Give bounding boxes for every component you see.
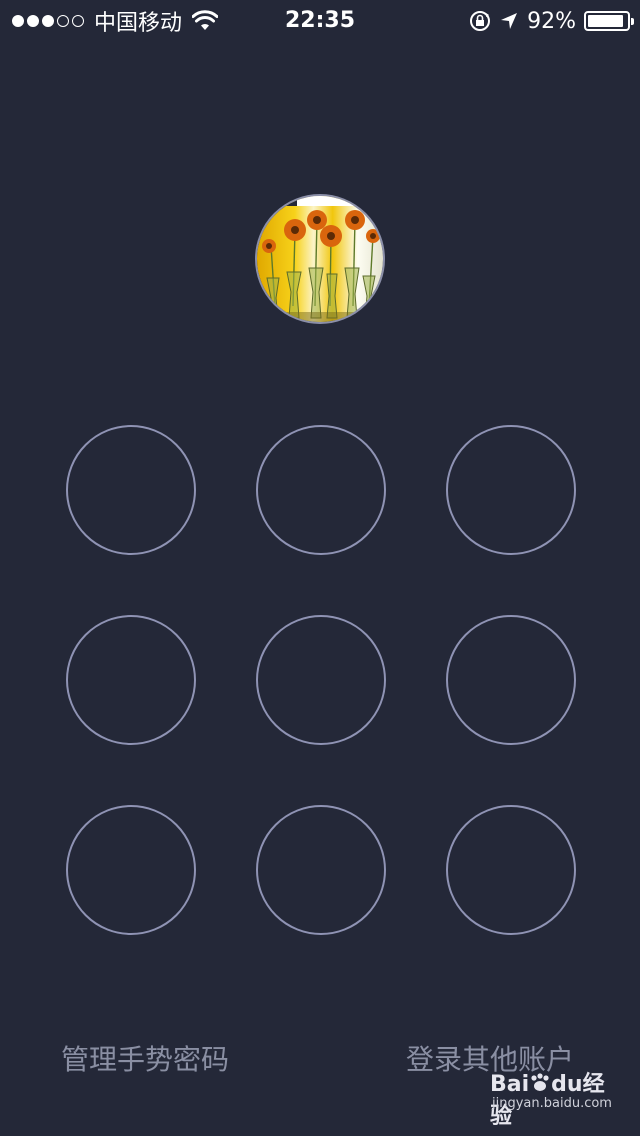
status-bar-right: 92%: [469, 6, 634, 36]
gesture-node[interactable]: [446, 805, 576, 935]
gesture-node[interactable]: [446, 425, 576, 555]
baidu-paw-icon: [531, 1073, 549, 1091]
gesture-node[interactable]: [66, 425, 196, 555]
gesture-node[interactable]: [446, 615, 576, 745]
rotation-lock-icon: [470, 11, 491, 31]
user-avatar: [255, 194, 385, 324]
baidu-jingyan-watermark: Bai du经验 jingyan.baidu.com: [490, 1066, 620, 1129]
gesture-node[interactable]: [66, 615, 196, 745]
location-arrow-icon: [501, 13, 518, 29]
battery-icon: [584, 11, 634, 31]
gesture-node[interactable]: [66, 805, 196, 935]
watermark-url: jingyan.baidu.com: [492, 1096, 612, 1111]
sunflower-vases-image: [257, 196, 383, 322]
gesture-node[interactable]: [256, 425, 386, 555]
battery-percent: 92%: [527, 8, 576, 34]
gesture-node[interactable]: [256, 805, 386, 935]
status-bar: 中国移动 22:35 92%: [0, 0, 640, 40]
gesture-node[interactable]: [256, 615, 386, 745]
manage-gesture-password-link[interactable]: 管理手势密码: [61, 1040, 229, 1080]
battery-level-fill: [588, 15, 623, 27]
